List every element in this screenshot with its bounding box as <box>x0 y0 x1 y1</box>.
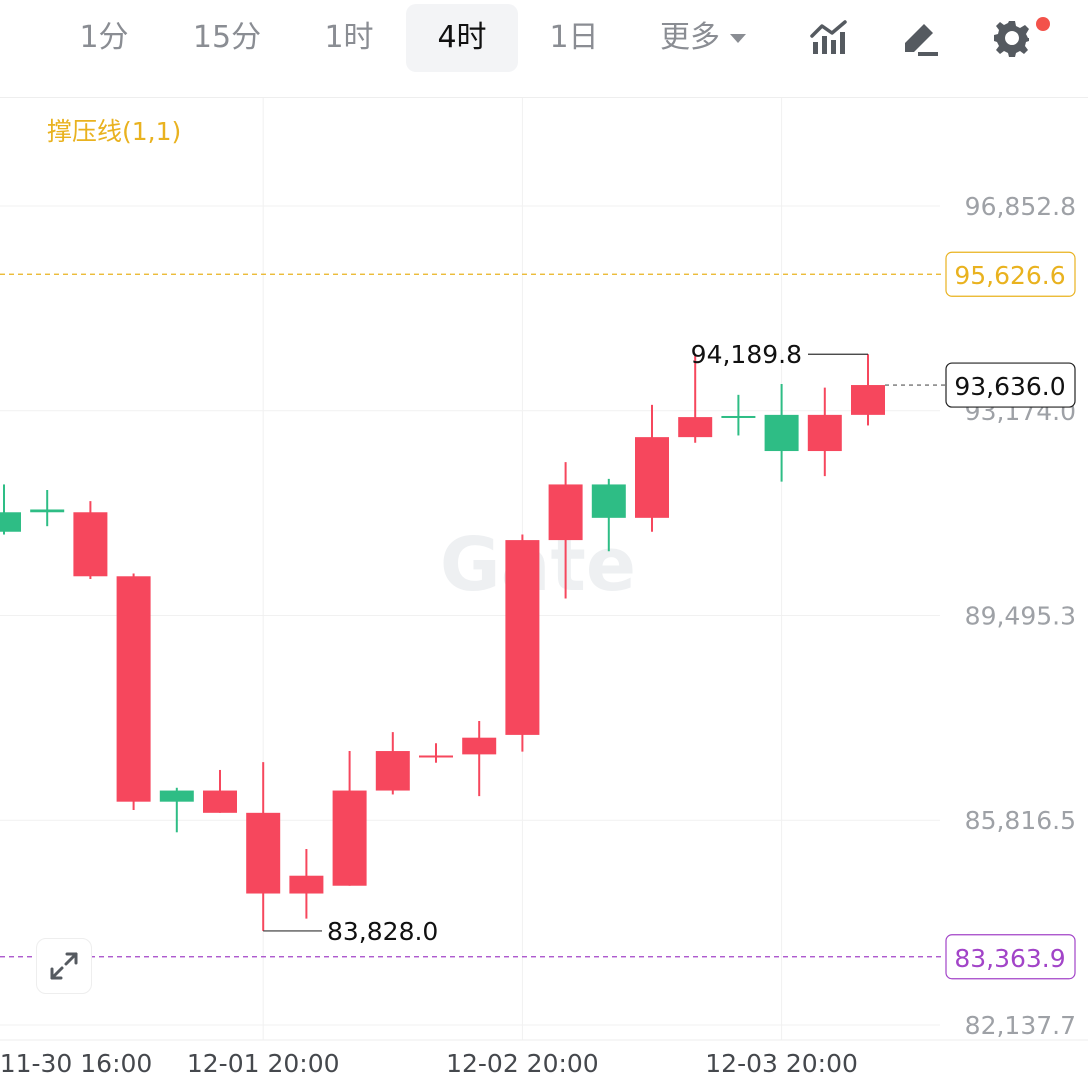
support-price-label: 83,363.9 <box>954 944 1065 973</box>
candle-body-up <box>807 414 842 452</box>
candle-body-up <box>116 576 151 802</box>
y-tick-label: 96,852.8 <box>965 192 1076 221</box>
candle-body-up <box>851 385 885 415</box>
candle-body-down <box>30 509 65 513</box>
candle-body-up <box>505 540 540 735</box>
x-tick-label: 11-30 16:00 <box>0 1049 152 1078</box>
candle-body-up <box>375 751 410 791</box>
x-tick-label: 12-01 20:00 <box>187 1049 340 1078</box>
candle-body-down <box>764 414 799 452</box>
low-price-label: 83,828.0 <box>327 917 438 946</box>
candle-body-up <box>289 875 324 894</box>
x-tick-label: 12-03 20:00 <box>705 1049 858 1078</box>
expand-chart-button[interactable] <box>36 938 92 994</box>
y-tick-label: 85,816.5 <box>965 806 1076 835</box>
expand-icon <box>50 952 78 980</box>
candle-body-down <box>0 512 21 532</box>
high-price-label: 94,189.8 <box>691 340 802 369</box>
candle-body-up <box>73 512 108 577</box>
candle-body-up <box>203 790 237 813</box>
candle-body-up <box>548 484 583 541</box>
candle-body-up <box>462 737 497 755</box>
candle-body-up <box>332 790 367 886</box>
candle-body-up <box>246 812 281 894</box>
candlestick-chart[interactable]: Gate96,852.893,174.089,495.385,816.582,1… <box>0 0 1088 1089</box>
candle-body-up <box>419 755 453 758</box>
candle-body-down <box>721 415 756 418</box>
resistance-price-label: 95,626.6 <box>954 261 1065 290</box>
candle-body-down <box>159 790 194 802</box>
y-tick-label: 82,137.7 <box>965 1011 1076 1040</box>
y-tick-label: 89,495.3 <box>965 601 1076 630</box>
candle-body-up <box>678 417 713 438</box>
candle-body-up <box>635 437 669 518</box>
last-price-label: 93,636.0 <box>954 372 1065 401</box>
x-tick-label: 12-02 20:00 <box>446 1049 599 1078</box>
candle-body-down <box>591 484 626 518</box>
